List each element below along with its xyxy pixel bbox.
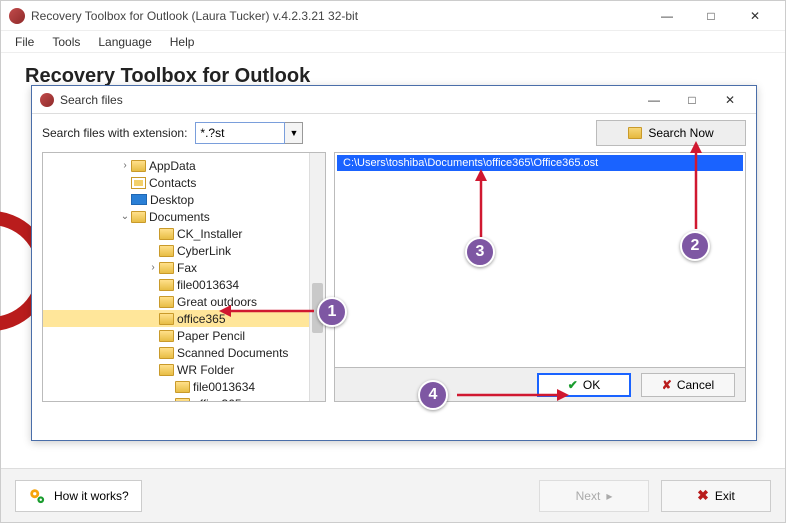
menu-language[interactable]: Language (90, 33, 159, 51)
tree-label: Fax (177, 261, 197, 275)
tree-item-appdata[interactable]: › AppData (43, 157, 309, 174)
tree-item[interactable]: file0013634 (43, 276, 309, 293)
search-now-label: Search Now (648, 126, 713, 140)
window-title: Recovery Toolbox for Outlook (Laura Tuck… (31, 9, 645, 23)
close-icon: ✖ (697, 487, 709, 504)
annotation-arrow-3 (471, 169, 491, 241)
annotation-arrow-4 (453, 385, 569, 405)
dialog-close-button[interactable]: ✕ (712, 88, 748, 112)
tree-label: Paper Pencil (177, 329, 245, 343)
close-button[interactable]: ✕ (733, 1, 777, 31)
tree-label: CK_Installer (177, 227, 242, 241)
desktop-icon (131, 194, 147, 205)
folder-icon (159, 364, 174, 376)
folder-icon (159, 296, 174, 308)
folder-icon (159, 330, 174, 342)
tree-item[interactable]: CyberLink (43, 242, 309, 259)
folder-icon (131, 211, 146, 223)
extension-input[interactable] (195, 122, 285, 144)
menu-file[interactable]: File (7, 33, 42, 51)
tree-item[interactable]: file0013634 (43, 378, 309, 395)
dialog-minimize-button[interactable]: — (636, 88, 672, 112)
search-files-dialog: Search files — □ ✕ Search files with ext… (31, 85, 757, 441)
extension-dropdown-button[interactable]: ▼ (285, 122, 303, 144)
expand-icon[interactable]: › (147, 262, 159, 273)
contacts-icon (131, 177, 146, 189)
tree-label: WR Folder (177, 363, 234, 377)
tree-item[interactable]: CK_Installer (43, 225, 309, 242)
folder-icon (159, 245, 174, 257)
how-it-works-label: How it works? (54, 489, 129, 503)
tree-label: office365 (193, 397, 242, 402)
search-folder-icon (628, 127, 642, 139)
annotation-marker-3: 3 (465, 237, 495, 267)
tree-label: AppData (149, 159, 196, 173)
annotation-marker-4: 4 (418, 380, 448, 410)
how-it-works-button[interactable]: How it works? (15, 480, 142, 512)
tree-label: file0013634 (177, 278, 239, 292)
folder-icon (159, 228, 174, 240)
app-icon (9, 8, 25, 24)
tree-label: file0013634 (193, 380, 255, 394)
close-icon: ✘ (662, 378, 672, 392)
tree-item-documents[interactable]: ⌄ Documents (43, 208, 309, 225)
ok-label: OK (583, 378, 600, 392)
results-list[interactable]: C:\Users\toshiba\Documents\office365\Off… (334, 152, 746, 368)
extension-label: Search files with extension: (42, 126, 187, 140)
expand-icon[interactable]: › (119, 160, 131, 171)
cancel-button[interactable]: ✘ Cancel (641, 373, 735, 397)
dialog-maximize-button[interactable]: □ (674, 88, 710, 112)
next-arrow-icon: ▸ (606, 489, 612, 503)
tree-item[interactable]: WR Folder (43, 361, 309, 378)
folder-icon (131, 160, 146, 172)
folder-icon (159, 262, 174, 274)
folder-icon (159, 313, 174, 325)
annotation-marker-1: 1 (317, 297, 347, 327)
exit-button[interactable]: ✖ Exit (661, 480, 771, 512)
next-label: Next (576, 489, 601, 503)
folder-tree[interactable]: › AppData Contacts Desktop ⌄ Documents CK_… (42, 152, 326, 402)
tree-item[interactable]: Paper Pencil (43, 327, 309, 344)
tree-item-desktop[interactable]: Desktop (43, 191, 309, 208)
exit-label: Exit (715, 489, 735, 503)
cancel-label: Cancel (677, 378, 714, 392)
folder-icon (175, 398, 190, 402)
annotation-marker-2: 2 (680, 231, 710, 261)
tree-item[interactable]: Scanned Documents (43, 344, 309, 361)
app-icon (40, 93, 54, 107)
chevron-down-icon: ▼ (289, 128, 298, 138)
annotation-arrow-1 (219, 301, 319, 321)
menu-help[interactable]: Help (162, 33, 203, 51)
gear-icon (28, 487, 46, 505)
search-now-button[interactable]: Search Now (596, 120, 746, 146)
tree-scrollbar[interactable] (309, 153, 325, 401)
tree-label: Desktop (150, 193, 194, 207)
check-icon: ✔ (568, 378, 578, 392)
tree-item[interactable]: office365 (43, 395, 309, 401)
menu-tools[interactable]: Tools (44, 33, 88, 51)
tree-item[interactable]: › Fax (43, 259, 309, 276)
folder-icon (159, 347, 174, 359)
annotation-arrow-2 (686, 141, 706, 233)
result-item[interactable]: C:\Users\toshiba\Documents\office365\Off… (337, 155, 743, 171)
collapse-icon[interactable]: ⌄ (119, 211, 131, 222)
tree-label: Scanned Documents (177, 346, 288, 360)
maximize-button[interactable]: □ (689, 1, 733, 31)
dialog-title: Search files (60, 93, 636, 107)
tree-item-contacts[interactable]: Contacts (43, 174, 309, 191)
next-button: Next ▸ (539, 480, 649, 512)
folder-icon (175, 381, 190, 393)
tree-label: Contacts (149, 176, 196, 190)
folder-icon (159, 279, 174, 291)
minimize-button[interactable]: — (645, 1, 689, 31)
tree-label: CyberLink (177, 244, 231, 258)
tree-label: Documents (149, 210, 210, 224)
